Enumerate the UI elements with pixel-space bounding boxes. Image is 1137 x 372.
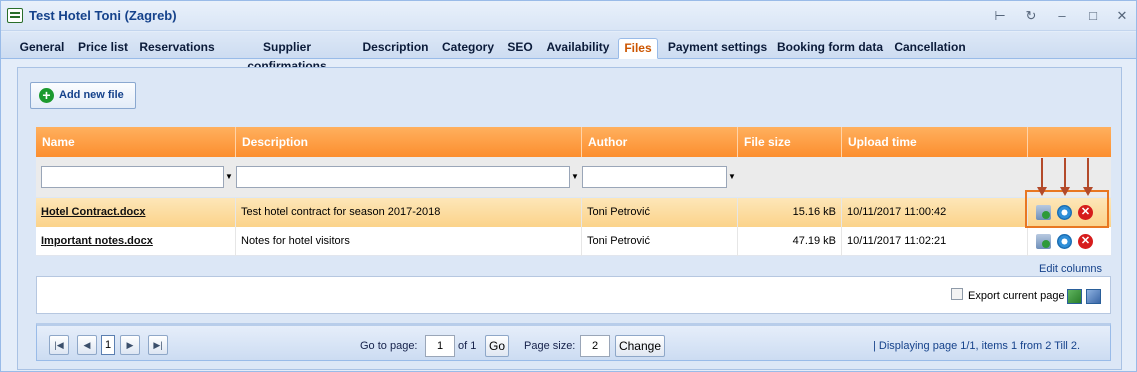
tab-description[interactable]: Description [359, 38, 432, 59]
author-filter-input[interactable] [582, 166, 727, 188]
name-filter-input[interactable] [41, 166, 224, 188]
annotation-arrowhead [1037, 187, 1047, 196]
file-upload-time: 10/11/2017 11:00:42 [842, 198, 1028, 227]
window-titlebar: Test Hotel Toni (Zagreb) ⊢ ↻ – □ ✕ [1, 1, 1136, 31]
table-row[interactable]: Hotel Contract.docx Test hotel contract … [36, 198, 1111, 227]
file-description: Test hotel contract for season 2017-2018 [236, 198, 582, 227]
tab-cancellation[interactable]: Cancellation [892, 38, 968, 59]
tab-category[interactable]: Category [438, 38, 498, 59]
tab-bar: General Price list Reservations Supplier… [1, 32, 1136, 73]
tab-price-list[interactable]: Price list [75, 38, 131, 59]
goto-page-label: Go to page: [360, 340, 418, 352]
change-page-size-button[interactable]: Change [615, 335, 665, 357]
file-author: Toni Petrović [582, 198, 738, 227]
export-current-page-checkbox[interactable] [951, 288, 963, 300]
author-filter-dropdown-icon[interactable]: ▼ [727, 166, 737, 188]
filter-row: ▼ ▼ ▼ [36, 157, 1111, 197]
tab-payment-settings[interactable]: Payment settings [667, 38, 768, 59]
tab-files[interactable]: Files [618, 38, 658, 59]
minimize-icon[interactable]: – [1053, 7, 1071, 25]
table-row[interactable]: Important notes.docx Notes for hotel vis… [36, 227, 1111, 256]
pin-icon[interactable]: ⊢ [991, 7, 1009, 25]
page-size-input[interactable]: 2 [580, 335, 610, 357]
file-upload-time: 10/11/2017 11:02:21 [842, 227, 1028, 256]
current-page-number[interactable]: 1 [101, 335, 115, 355]
annotation-arrowhead [1060, 187, 1070, 196]
word-export-icon[interactable] [1086, 289, 1101, 304]
refresh-icon[interactable]: ↻ [1022, 7, 1040, 25]
delete-icon[interactable]: ✕ [1078, 234, 1093, 249]
add-plus-icon: + [39, 88, 54, 103]
add-new-file-label: Add new file [59, 89, 124, 101]
tab-reservations[interactable]: Reservations [138, 38, 216, 59]
column-header-name[interactable]: Name [36, 127, 236, 157]
column-header-file-size[interactable]: File size [738, 127, 842, 157]
edit-columns-link[interactable]: Edit columns [1039, 263, 1102, 275]
description-filter-input[interactable] [236, 166, 570, 188]
export-current-page-label: Export current page [968, 290, 1065, 302]
tab-supplier-confirmations[interactable]: Supplier confirmations [222, 38, 352, 73]
page-size-label: Page size: [524, 340, 576, 352]
window-title: Test Hotel Toni (Zagreb) [29, 8, 177, 23]
maximize-icon[interactable]: □ [1084, 7, 1102, 25]
form-window-icon [7, 8, 23, 23]
tab-seo[interactable]: SEO [504, 38, 536, 59]
next-page-button[interactable]: ▶ [120, 335, 140, 355]
export-area [36, 276, 1111, 314]
column-header-upload-time[interactable]: Upload time [842, 127, 1028, 157]
annotation-arrow [1087, 158, 1089, 188]
first-page-button[interactable]: |◀ [49, 335, 69, 355]
add-new-file-button[interactable]: + Add new file [30, 82, 136, 109]
goto-page-input[interactable]: 1 [425, 335, 455, 357]
file-size: 47.19 kB [738, 227, 842, 256]
description-filter-dropdown-icon[interactable]: ▼ [570, 166, 580, 188]
file-author: Toni Petrović [582, 227, 738, 256]
page-count-label: of 1 [458, 340, 477, 352]
paging-info: | Displaying page 1/1, items 1 from 2 Ti… [873, 340, 1081, 352]
last-page-button[interactable]: ▶| [148, 335, 168, 355]
tab-booking-form-data[interactable]: Booking form data [775, 38, 885, 59]
file-name-link[interactable]: Hotel Contract.docx [36, 198, 236, 227]
previous-page-button[interactable]: ◀ [77, 335, 97, 355]
column-header-actions [1028, 127, 1111, 157]
file-size: 15.16 kB [738, 198, 842, 227]
grid-header: Name Description Author File size Upload… [36, 127, 1111, 157]
tab-availability[interactable]: Availability [543, 38, 613, 59]
pagination-bar: |◀ ◀ 1 ▶ ▶| Go to page: 1 of 1 Go Page s… [36, 323, 1111, 361]
download-icon[interactable] [1036, 234, 1051, 249]
name-filter-dropdown-icon[interactable]: ▼ [224, 166, 234, 188]
annotation-arrowhead [1083, 187, 1093, 196]
go-button[interactable]: Go [485, 335, 509, 357]
annotation-arrow [1041, 158, 1043, 188]
file-description: Notes for hotel visitors [236, 227, 582, 256]
column-header-author[interactable]: Author [582, 127, 738, 157]
annotation-arrow [1064, 158, 1066, 188]
settings-gear-icon[interactable] [1057, 234, 1072, 249]
excel-export-icon[interactable] [1067, 289, 1082, 304]
hotel-window: Test Hotel Toni (Zagreb) ⊢ ↻ – □ ✕ Gener… [0, 0, 1137, 372]
tab-general[interactable]: General [15, 38, 69, 59]
close-icon[interactable]: ✕ [1113, 7, 1131, 25]
column-header-description[interactable]: Description [236, 127, 582, 157]
file-name-link[interactable]: Important notes.docx [36, 227, 236, 256]
